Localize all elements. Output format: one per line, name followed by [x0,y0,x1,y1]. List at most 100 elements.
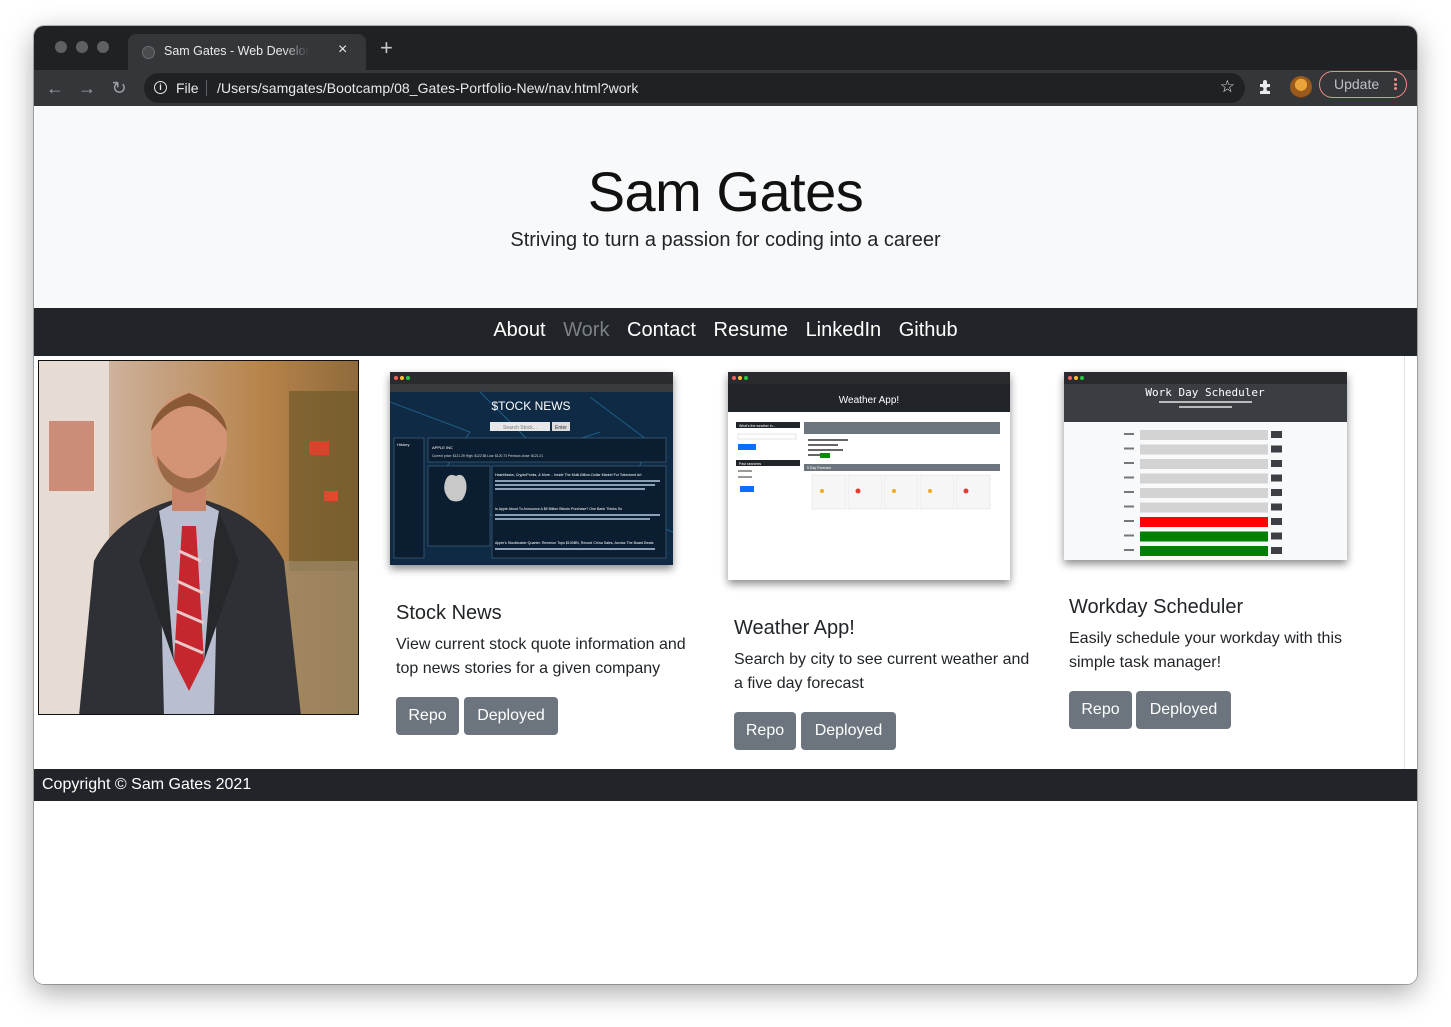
project-desc-stock-news: View current stock quote information and… [396,636,686,677]
page-subtitle: Striving to turn a passion for coding in… [510,229,941,251]
scheduler-save-icon [1271,489,1282,496]
scheduler-hour-label [1124,462,1134,464]
extensions-icon[interactable] [1256,78,1276,98]
scheduler-hour-label [1124,433,1134,435]
project-card-stock-news: $TOCK NEWS Search Stock... Enter History… [390,372,705,752]
project-title-workday-scheduler: Workday Scheduler [1069,596,1244,618]
zoom-window-icon[interactable] [97,41,109,53]
stock-news-screenshot[interactable]: $TOCK NEWS Search Stock... Enter History… [390,372,673,565]
thumb-stock-price: Current price: $121.39 High: $122.58 Low… [432,454,543,458]
thumb-stock-enter: Enter [555,425,567,431]
new-tab-button[interactable]: + [380,37,393,59]
close-window-icon[interactable] [55,41,67,53]
thumb-stock-company: APPLE INC [432,445,453,450]
profile-avatar[interactable] [1290,76,1312,98]
more-icon[interactable] [1394,78,1397,90]
deployed-button[interactable]: Deployed [464,697,558,735]
scheduler-hour-label [1124,549,1134,551]
project-card-weather-app: Weather App! What's the weather in... Pa… [728,372,1043,767]
repo-button[interactable]: Repo [1069,691,1132,729]
site-nav: About Work Contact Resume LinkedIn Githu… [34,308,1417,356]
thumb-weather-heading: Weather App! [839,395,899,406]
scheduler-row-past [1140,473,1268,484]
project-title-weather-app: Weather App! [734,617,855,639]
globe-icon [142,46,155,59]
scheduler-row-future [1140,546,1268,556]
thumb-scheduler-heading: Work Day Scheduler [1145,386,1265,399]
scheduler-rows [1124,430,1282,556]
browser-window: Sam Gates - Web Developer Portfolio × + … [34,26,1417,984]
project-desc-workday-scheduler: Easily schedule your workday with this s… [1069,630,1343,671]
reload-button[interactable]: ↻ [107,76,131,100]
profile-photo [38,360,359,715]
weather-app-screenshot[interactable]: Weather App! What's the weather in... Pa… [728,372,1010,580]
scheduler-save-icon [1271,532,1282,540]
site-info-label[interactable]: File [176,80,199,96]
thumb-stock-history: History [397,442,409,447]
scheduler-row-past [1140,502,1268,513]
tab-title: Sam Gates - Web Developer Portfolio [164,44,309,58]
scheduler-save-icon [1271,445,1282,453]
thumb-weather-past: Past searches [739,462,761,466]
nav-link-github[interactable]: Github [899,319,958,341]
nav-link-contact[interactable]: Contact [627,319,696,341]
project-card-workday-scheduler: Work Day Scheduler Workday Scheduler Eas… [1064,372,1379,752]
site-footer: Copyright © Sam Gates 2021 [34,769,1417,801]
scheduler-hour-label [1124,476,1134,479]
back-button[interactable]: ← [43,76,67,100]
update-button[interactable]: Update [1319,71,1407,98]
content-divider [1404,356,1405,769]
scheduler-hour-label [1124,491,1134,493]
forward-button[interactable]: → [75,76,99,100]
copyright-text: Copyright © Sam Gates 2021 [42,776,252,793]
scheduler-row-past [1140,459,1268,469]
project-desc-weather-app: Search by city to see current weather an… [734,651,1030,692]
nav-links: About Work Contact Resume LinkedIn Githu… [34,319,1417,342]
thumb-stock-headline-2: Is Apple About To Announce A $5 Billion … [495,507,622,511]
scheduler-save-icon [1271,474,1282,482]
nav-link-linkedin[interactable]: LinkedIn [806,319,882,341]
tab-strip: Sam Gates - Web Developer Portfolio × + [34,26,1417,70]
thumb-stock-headline-1: HashMasks, CryptoPunks, & More... Inside… [495,473,641,477]
thumb-stock-heading: $TOCK NEWS [491,399,570,413]
scheduler-save-icon [1271,503,1282,511]
omnibox-divider [206,80,207,96]
scheduler-save-icon [1271,547,1282,554]
scheduler-row-present [1140,517,1268,527]
star-icon[interactable]: ☆ [1220,77,1235,97]
minimize-window-icon[interactable] [76,41,88,53]
scheduler-hour-label [1124,534,1134,537]
scheduler-save-icon [1271,460,1282,467]
jumbotron: Sam Gates Striving to turn a passion for… [34,106,1417,308]
workday-scheduler-screenshot[interactable]: Work Day Scheduler [1064,372,1347,560]
project-title-stock-news: Stock News [396,602,502,624]
deployed-button[interactable]: Deployed [801,712,896,750]
info-icon[interactable]: i [154,81,167,94]
page-content: Sam Gates Striving to turn a passion for… [34,106,1417,984]
scheduler-row-past [1140,444,1268,455]
scheduler-hour-label [1124,505,1134,508]
nav-link-resume[interactable]: Resume [714,319,788,341]
scheduler-save-icon [1271,518,1282,525]
repo-button[interactable]: Repo [396,697,459,735]
tab-close-icon[interactable]: × [338,41,347,59]
scheduler-row-future [1140,531,1268,542]
nav-link-about[interactable]: About [493,319,545,341]
thumb-stock-search: Search Stock... [503,425,537,431]
thumb-weather-prompt: What's the weather in... [739,424,775,428]
scheduler-hour-label [1124,520,1134,522]
deployed-button[interactable]: Deployed [1136,691,1231,729]
scheduler-hour-label [1124,447,1134,450]
scheduler-save-icon [1271,431,1282,438]
nav-link-work[interactable]: Work [563,319,609,341]
url-text[interactable]: /Users/samgates/Bootcamp/08_Gates-Portfo… [217,80,638,96]
page-title: Sam Gates [587,160,864,223]
scheduler-row-past [1140,488,1268,498]
thumb-stock-headline-3: Apple's Stockbuster Quarter: Revenue Top… [495,541,654,545]
address-bar[interactable]: i File /Users/samgates/Bootcamp/08_Gates… [144,73,1245,103]
repo-button[interactable]: Repo [734,712,796,750]
browser-toolbar: ← → ↻ i File /Users/samgates/Bootcamp/08… [34,70,1417,106]
update-label: Update [1334,76,1380,92]
browser-tab-active[interactable]: Sam Gates - Web Developer Portfolio × [128,34,366,70]
scheduler-row-past [1140,430,1268,440]
